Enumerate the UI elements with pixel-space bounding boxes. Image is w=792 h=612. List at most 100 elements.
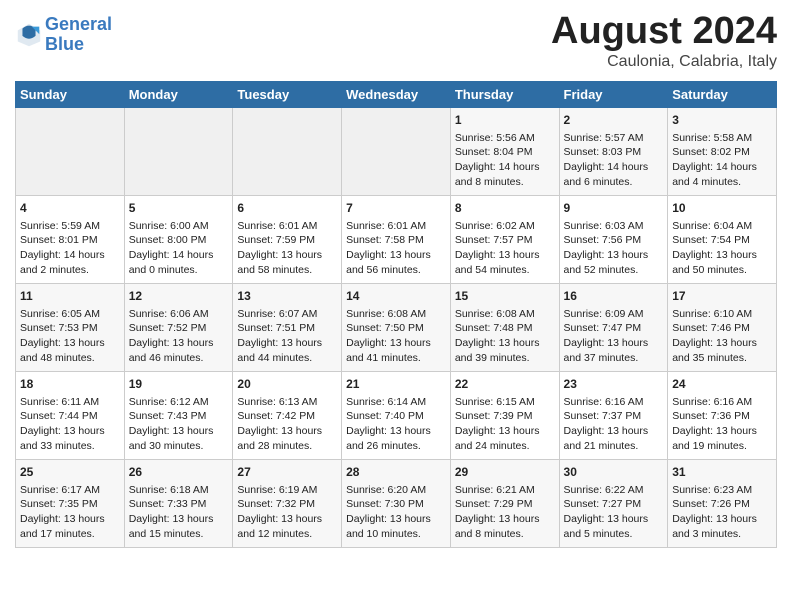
day-info: Daylight: 13 hours [346, 512, 446, 527]
calendar-cell: 4Sunrise: 5:59 AMSunset: 8:01 PMDaylight… [16, 196, 125, 284]
day-number: 23 [564, 376, 664, 393]
day-info: Sunrise: 5:58 AM [672, 131, 772, 146]
day-info: Sunrise: 6:23 AM [672, 483, 772, 498]
day-info: Sunset: 8:03 PM [564, 145, 664, 160]
calendar-cell: 17Sunrise: 6:10 AMSunset: 7:46 PMDayligh… [668, 284, 777, 372]
calendar-cell: 27Sunrise: 6:19 AMSunset: 7:32 PMDayligh… [233, 460, 342, 548]
day-number: 12 [129, 288, 229, 305]
calendar-cell: 20Sunrise: 6:13 AMSunset: 7:42 PMDayligh… [233, 372, 342, 460]
day-info: Daylight: 13 hours [20, 424, 120, 439]
calendar-cell: 5Sunrise: 6:00 AMSunset: 8:00 PMDaylight… [124, 196, 233, 284]
calendar-cell: 13Sunrise: 6:07 AMSunset: 7:51 PMDayligh… [233, 284, 342, 372]
day-info: and 41 minutes. [346, 351, 446, 366]
header: General Blue August 2024 Caulonia, Calab… [15, 10, 777, 71]
title-section: August 2024 Caulonia, Calabria, Italy [551, 10, 777, 71]
calendar-cell: 15Sunrise: 6:08 AMSunset: 7:48 PMDayligh… [450, 284, 559, 372]
logo-text: General Blue [45, 15, 112, 55]
calendar-cell: 18Sunrise: 6:11 AMSunset: 7:44 PMDayligh… [16, 372, 125, 460]
day-number: 28 [346, 464, 446, 481]
day-info: and 50 minutes. [672, 263, 772, 278]
day-info: Daylight: 13 hours [237, 336, 337, 351]
calendar-cell: 23Sunrise: 6:16 AMSunset: 7:37 PMDayligh… [559, 372, 668, 460]
calendar-cell: 28Sunrise: 6:20 AMSunset: 7:30 PMDayligh… [342, 460, 451, 548]
calendar-cell: 26Sunrise: 6:18 AMSunset: 7:33 PMDayligh… [124, 460, 233, 548]
calendar-cell: 24Sunrise: 6:16 AMSunset: 7:36 PMDayligh… [668, 372, 777, 460]
day-info: Sunrise: 6:19 AM [237, 483, 337, 498]
logo-line2: Blue [45, 34, 84, 54]
header-row: SundayMondayTuesdayWednesdayThursdayFrid… [16, 82, 777, 108]
day-info: Daylight: 14 hours [672, 160, 772, 175]
day-number: 16 [564, 288, 664, 305]
day-info: and 37 minutes. [564, 351, 664, 366]
day-info: and 26 minutes. [346, 439, 446, 454]
calendar-cell: 25Sunrise: 6:17 AMSunset: 7:35 PMDayligh… [16, 460, 125, 548]
day-number: 18 [20, 376, 120, 393]
day-info: and 3 minutes. [672, 527, 772, 542]
day-info: Daylight: 14 hours [129, 248, 229, 263]
col-header-thursday: Thursday [450, 82, 559, 108]
day-info: Daylight: 13 hours [564, 512, 664, 527]
day-info: and 58 minutes. [237, 263, 337, 278]
day-info: Sunset: 7:43 PM [129, 409, 229, 424]
day-info: and 46 minutes. [129, 351, 229, 366]
day-info: and 19 minutes. [672, 439, 772, 454]
day-info: Sunset: 7:47 PM [564, 321, 664, 336]
day-info: and 17 minutes. [20, 527, 120, 542]
calendar-cell: 16 Sunrise: 6:09 AMSunset: 7:47 PMDayligh… [559, 284, 668, 372]
day-number: 17 [672, 288, 772, 305]
day-info: Daylight: 13 hours [129, 424, 229, 439]
day-number: 13 [237, 288, 337, 305]
day-info: Sunrise: 6:03 AM [564, 219, 664, 234]
day-info: and 2 minutes. [20, 263, 120, 278]
day-info: Sunrise: 6:21 AM [455, 483, 555, 498]
day-info: Sunset: 7:57 PM [455, 233, 555, 248]
calendar-cell [342, 108, 451, 196]
day-info: Daylight: 13 hours [672, 248, 772, 263]
day-info: Sunset: 7:54 PM [672, 233, 772, 248]
day-info: and 28 minutes. [237, 439, 337, 454]
day-info: Sunset: 7:39 PM [455, 409, 555, 424]
logo-icon [15, 21, 43, 49]
day-info: and 30 minutes. [129, 439, 229, 454]
day-info: and 4 minutes. [672, 175, 772, 190]
day-info: and 15 minutes. [129, 527, 229, 542]
calendar-cell: 6Sunrise: 6:01 AMSunset: 7:59 PMDaylight… [233, 196, 342, 284]
day-info: Daylight: 13 hours [564, 248, 664, 263]
day-info: Sunset: 7:51 PM [237, 321, 337, 336]
day-info: Sunrise: 6:16 AM [672, 395, 772, 410]
day-info: Sunrise: 6:20 AM [346, 483, 446, 498]
day-info: Sunrise: 6:01 AM [346, 219, 446, 234]
day-info: Daylight: 13 hours [20, 512, 120, 527]
day-info: and 35 minutes. [672, 351, 772, 366]
day-info: Daylight: 13 hours [129, 336, 229, 351]
day-info: and 48 minutes. [20, 351, 120, 366]
day-number: 10 [672, 200, 772, 217]
col-header-sunday: Sunday [16, 82, 125, 108]
day-info: Daylight: 13 hours [564, 336, 664, 351]
day-info: Sunset: 7:27 PM [564, 497, 664, 512]
day-info: Sunrise: 6:15 AM [455, 395, 555, 410]
day-info: Daylight: 13 hours [346, 248, 446, 263]
day-info: and 12 minutes. [237, 527, 337, 542]
day-info: Sunrise: 6:09 AM [564, 307, 664, 322]
day-info: Daylight: 13 hours [455, 248, 555, 263]
day-info: Sunrise: 6:05 AM [20, 307, 120, 322]
calendar-cell: 21Sunrise: 6:14 AMSunset: 7:40 PMDayligh… [342, 372, 451, 460]
day-info: Sunrise: 6:22 AM [564, 483, 664, 498]
calendar-cell: 11Sunrise: 6:05 AMSunset: 7:53 PMDayligh… [16, 284, 125, 372]
calendar-cell: 12Sunrise: 6:06 AMSunset: 7:52 PMDayligh… [124, 284, 233, 372]
day-info: Sunset: 7:37 PM [564, 409, 664, 424]
day-info: Daylight: 13 hours [237, 512, 337, 527]
day-number: 9 [564, 200, 664, 217]
day-info: and 44 minutes. [237, 351, 337, 366]
calendar-cell: 31Sunrise: 6:23 AMSunset: 7:26 PMDayligh… [668, 460, 777, 548]
day-info: Sunset: 7:44 PM [20, 409, 120, 424]
day-info: Sunrise: 6:04 AM [672, 219, 772, 234]
calendar-cell [124, 108, 233, 196]
subtitle: Caulonia, Calabria, Italy [551, 53, 777, 71]
day-info: Sunrise: 6:01 AM [237, 219, 337, 234]
week-row-4: 18Sunrise: 6:11 AMSunset: 7:44 PMDayligh… [16, 372, 777, 460]
day-info: Sunrise: 6:18 AM [129, 483, 229, 498]
day-info: Daylight: 13 hours [346, 336, 446, 351]
day-info: Sunset: 7:50 PM [346, 321, 446, 336]
